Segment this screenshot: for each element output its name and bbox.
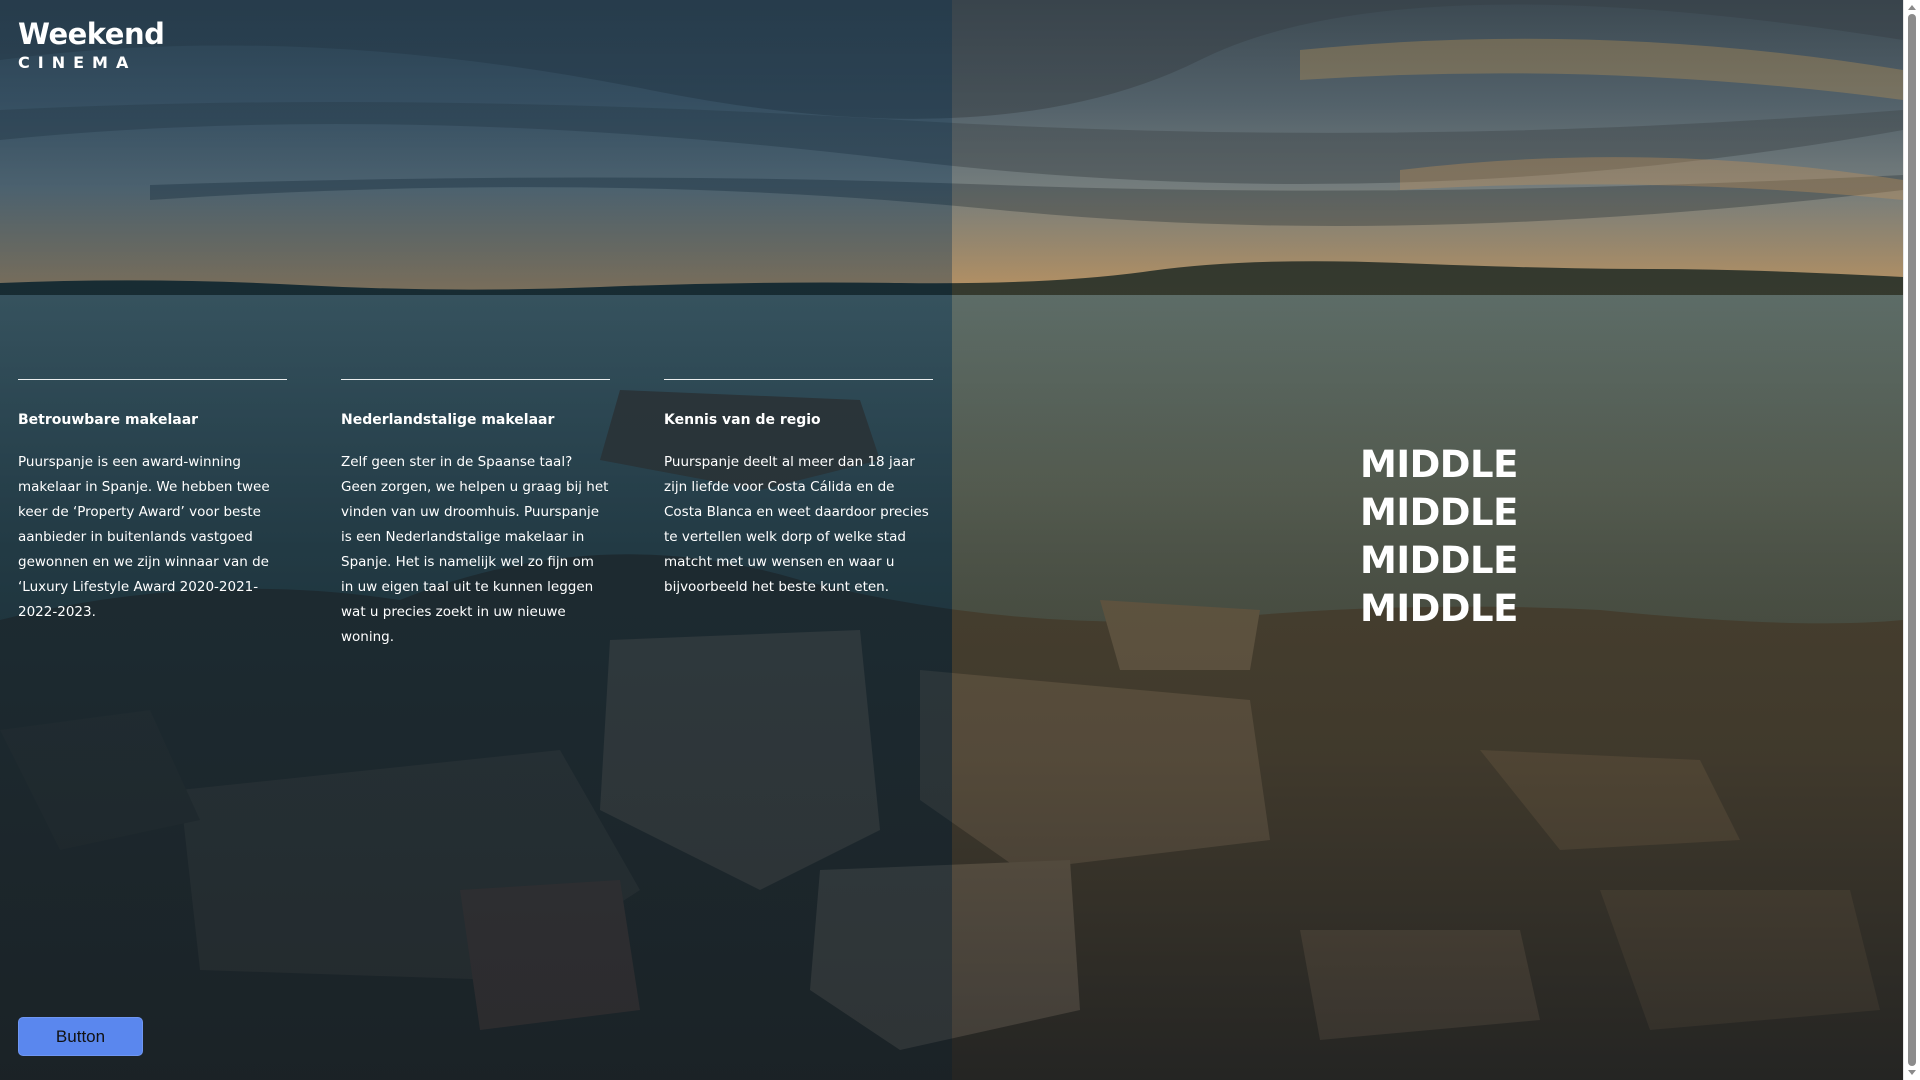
feature-text: Puurspanje is een award-winning makelaar… — [18, 454, 270, 620]
scroll-thumb[interactable] — [1908, 14, 1916, 1066]
site-logo[interactable]: Weekend CINEMA — [18, 16, 165, 72]
cta-button[interactable]: Button — [18, 1017, 143, 1056]
middle-text: MIDDLE — [1360, 539, 1518, 582]
feature-column: Nederlandstalige makelaar Zelf geen ster… — [341, 379, 610, 650]
feature-text: Puurspanje deelt al meer dan 18 jaar zij… — [664, 454, 929, 595]
feature-column: Betrouwbare makelaar Puurspanje is een a… — [18, 379, 287, 650]
logo-title: Weekend — [18, 17, 165, 51]
feature-heading: Nederlandstalige makelaar — [341, 412, 555, 428]
divider — [664, 379, 933, 380]
feature-text: Zelf geen ster in de Spaanse taal? Geen … — [341, 454, 609, 645]
feature-column: Kennis van de regio Puurspanje deelt al … — [664, 379, 933, 650]
middle-stack: MIDDLE MIDDLE MIDDLE MIDDLE — [1360, 441, 1518, 633]
middle-text: MIDDLE — [1360, 491, 1518, 534]
middle-text: MIDDLE — [1360, 587, 1518, 630]
features-section: Betrouwbare makelaar Puurspanje is een a… — [18, 379, 933, 650]
vertical-scrollbar[interactable] — [1903, 0, 1920, 1080]
logo-subtitle: CINEMA — [18, 53, 137, 72]
middle-text: MIDDLE — [1360, 443, 1518, 486]
triangle-up-icon[interactable] — [1908, 5, 1916, 10]
divider — [18, 379, 287, 380]
feature-heading: Betrouwbare makelaar — [18, 412, 199, 428]
divider — [341, 379, 610, 380]
triangle-down-icon[interactable] — [1908, 1070, 1916, 1075]
feature-heading: Kennis van de regio — [664, 412, 821, 428]
